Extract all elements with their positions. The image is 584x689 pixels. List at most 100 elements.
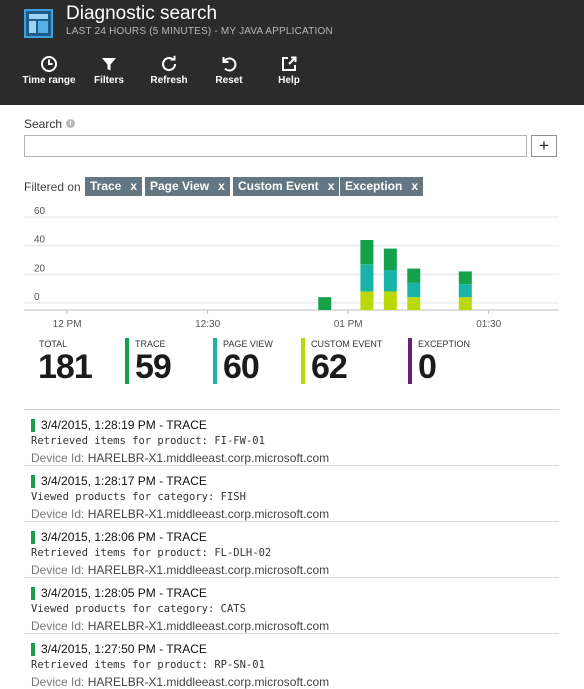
refresh-button[interactable]: Refresh	[139, 52, 199, 86]
stat-value: 60	[223, 348, 260, 386]
stat-value: 62	[311, 348, 348, 386]
filter-chip-label: Trace	[90, 179, 122, 193]
reset-button[interactable]: Reset	[199, 52, 259, 86]
page-subtitle: LAST 24 HOURS (5 MINUTES) - MY JAVA APPL…	[66, 26, 333, 37]
bar-segment-custom-event[interactable]	[407, 297, 421, 310]
stat-color-bar	[408, 338, 412, 384]
stat-value: 181	[38, 348, 93, 386]
result-title: 3/4/2015, 1:28:19 PM - TRACE	[41, 418, 207, 432]
y-tick-label: 20	[34, 263, 46, 274]
filter-chip-page-view[interactable]: Page View x	[145, 177, 230, 196]
event-count-chart[interactable]: 60 40 20 0 12 PM 12:30 01 PM 01:30	[0, 205, 584, 335]
blade-layout-icon	[24, 9, 53, 38]
result-message: Viewed products for category: FISH	[31, 491, 246, 503]
search-label: Search	[24, 117, 63, 131]
bar-segment-trace[interactable]	[318, 297, 332, 310]
add-filter-button[interactable]: +	[531, 135, 557, 157]
trace-marker	[31, 587, 35, 600]
filters-label: Filters	[93, 75, 124, 86]
reset-label: Reset	[215, 75, 243, 86]
bar-segment-custom-event[interactable]	[383, 291, 397, 310]
bar-segment-trace[interactable]	[360, 240, 374, 265]
device-label: Device Id:	[31, 619, 85, 633]
x-tick-label: 01:30	[476, 319, 501, 330]
search-input[interactable]	[24, 135, 527, 157]
stat-color-bar	[125, 338, 129, 384]
time-range-button[interactable]: Time range	[19, 52, 79, 86]
filter-chip-custom-event[interactable]: Custom Event x	[233, 177, 340, 196]
bar-segment-page-view[interactable]	[360, 264, 374, 292]
result-title: 3/4/2015, 1:28:06 PM - TRACE	[41, 530, 207, 544]
help-button[interactable]: Help	[259, 52, 319, 86]
filter-chip-label: Exception	[345, 179, 403, 193]
blade-header: Diagnostic search LAST 24 HOURS (5 MINUT…	[0, 0, 584, 105]
x-tick-label: 01 PM	[334, 319, 363, 330]
y-tick-label: 60	[34, 206, 46, 217]
clock-icon	[41, 56, 57, 72]
time-range-label: Time range	[22, 75, 76, 86]
result-message: Viewed products for category: CATS	[31, 603, 246, 615]
result-item[interactable]: 3/4/2015, 1:28:06 PM - TRACE Retrieved i…	[24, 522, 559, 578]
result-item[interactable]: 3/4/2015, 1:28:19 PM - TRACE Retrieved i…	[24, 410, 559, 466]
remove-filter-icon[interactable]: x	[328, 179, 335, 193]
filters-button[interactable]: Filters	[79, 52, 139, 86]
result-title: 3/4/2015, 1:28:17 PM - TRACE	[41, 474, 207, 488]
stat-color-bar	[213, 338, 217, 384]
result-item[interactable]: 3/4/2015, 1:27:50 PM - TRACE Retrieved i…	[24, 634, 559, 689]
bar-segment-custom-event[interactable]	[360, 291, 374, 310]
info-icon[interactable]: i	[66, 119, 75, 128]
filter-chip-label: Page View	[150, 179, 210, 193]
trace-marker	[31, 531, 35, 544]
x-tick-label: 12:30	[195, 319, 220, 330]
page-title: Diagnostic search	[66, 3, 218, 24]
filter-chip-trace[interactable]: Trace x	[85, 177, 143, 196]
device-value: HARELBR-X1.middleeast.corp.microsoft.com	[87, 619, 330, 633]
result-device: Device Id: HARELBR-X1.middleeast.corp.mi…	[31, 619, 329, 633]
result-title: 3/4/2015, 1:27:50 PM - TRACE	[41, 642, 207, 656]
result-device: Device Id: HARELBR-X1.middleeast.corp.mi…	[31, 563, 329, 577]
stat-value: 59	[135, 348, 172, 386]
remove-filter-icon[interactable]: x	[411, 179, 418, 193]
bar-segment-page-view[interactable]	[458, 284, 472, 298]
filter-chip-label: Custom Event	[238, 179, 319, 193]
result-device: Device Id: HARELBR-X1.middleeast.corp.mi…	[31, 451, 329, 465]
result-title: 3/4/2015, 1:28:05 PM - TRACE	[41, 586, 207, 600]
y-tick-label: 40	[34, 235, 46, 246]
command-bar: Time range Filters Refresh Reset Help	[0, 52, 584, 92]
result-device: Device Id: HARELBR-X1.middleeast.corp.mi…	[31, 675, 329, 689]
device-value: HARELBR-X1.middleeast.corp.microsoft.com	[87, 451, 330, 465]
trace-marker	[31, 643, 35, 656]
trace-marker	[31, 475, 35, 488]
filtered-on-label: Filtered on	[24, 180, 81, 194]
result-item[interactable]: 3/4/2015, 1:28:17 PM - TRACE Viewed prod…	[24, 466, 559, 522]
bar-segment-custom-event[interactable]	[458, 297, 472, 310]
bar-segment-trace[interactable]	[407, 268, 421, 283]
trace-marker	[31, 419, 35, 432]
refresh-icon	[162, 55, 177, 72]
funnel-icon	[102, 58, 116, 71]
filter-chip-exception[interactable]: Exception x	[340, 177, 424, 196]
result-item[interactable]: 3/4/2015, 1:28:05 PM - TRACE Viewed prod…	[24, 578, 559, 634]
device-value: HARELBR-X1.middleeast.corp.microsoft.com	[87, 507, 330, 521]
bar-segment-trace[interactable]	[383, 248, 397, 270]
refresh-label: Refresh	[150, 75, 188, 86]
result-message: Retrieved items for product: RP-SN-01	[31, 659, 265, 671]
device-label: Device Id:	[31, 507, 85, 521]
x-tick-label: 12 PM	[53, 319, 82, 330]
bar-segment-page-view[interactable]	[407, 282, 421, 298]
device-label: Device Id:	[31, 563, 85, 577]
device-label: Device Id:	[31, 451, 85, 465]
bar-segment-page-view[interactable]	[383, 270, 397, 292]
result-message: Retrieved items for product: FI-FW-01	[31, 435, 265, 447]
stat-value: 0	[418, 348, 437, 386]
remove-filter-icon[interactable]: x	[218, 179, 225, 193]
stat-color-bar	[301, 338, 305, 384]
device-label: Device Id:	[31, 675, 85, 689]
external-link-icon	[282, 56, 297, 71]
help-label: Help	[278, 75, 300, 86]
undo-icon	[222, 57, 237, 72]
device-value: HARELBR-X1.middleeast.corp.microsoft.com	[87, 675, 330, 689]
y-tick-label: 0	[34, 292, 40, 303]
bar-segment-trace[interactable]	[458, 271, 472, 285]
remove-filter-icon[interactable]: x	[130, 179, 137, 193]
